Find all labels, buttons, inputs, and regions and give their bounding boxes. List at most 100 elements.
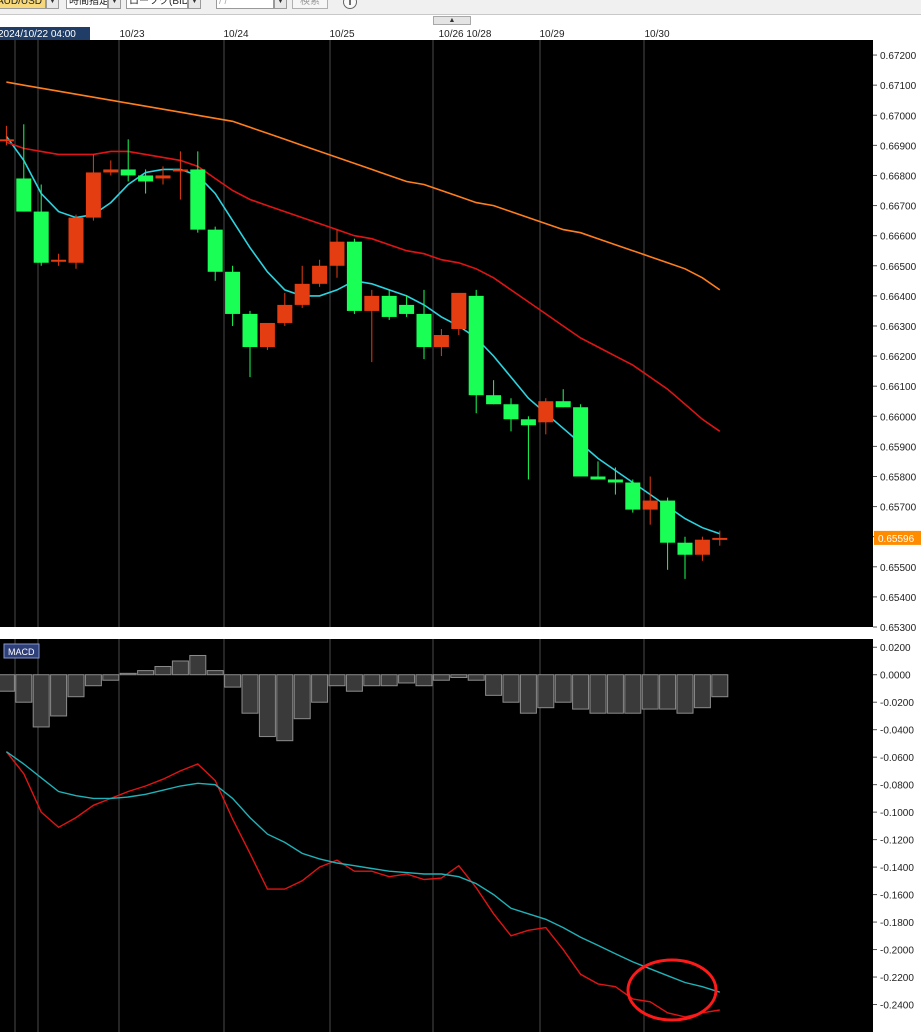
macd-histogram-bar (450, 674, 468, 678)
macd-histogram-bar (137, 670, 155, 676)
date-label: 10/25 (329, 29, 354, 40)
macd-histogram-bar (572, 674, 590, 710)
macd-tick-label: -0.2000 (880, 946, 914, 957)
candle-body (120, 169, 136, 176)
candle-body (207, 229, 223, 272)
macd-tick-label: -0.1400 (880, 863, 914, 874)
candle-body (538, 401, 554, 423)
candle-body (451, 292, 467, 329)
date-label: 10/29 (539, 29, 564, 40)
price-tick-label: 0.65400 (880, 593, 917, 604)
price-tick-label: 0.67200 (880, 51, 917, 62)
price-tick-label: 0.66400 (880, 292, 917, 303)
macd-histogram-bar (363, 674, 381, 687)
macd-tick-label: 0.0000 (880, 671, 911, 682)
macd-tick-label: 0.0200 (880, 643, 911, 654)
macd-histogram-bar (328, 674, 346, 687)
price-tick-label: 0.66600 (880, 232, 917, 243)
candle-body (329, 241, 345, 266)
macd-histogram-bar (189, 654, 207, 676)
macd-histogram-bar (345, 674, 363, 692)
macd-histogram-bar (224, 674, 242, 688)
macd-tick-label: -0.0400 (880, 726, 914, 737)
macd-histogram-bar (102, 674, 120, 681)
candlestick[interactable] (468, 289, 484, 414)
candle-body (346, 241, 362, 311)
price-chart-panel[interactable] (0, 40, 873, 627)
chart-area[interactable]: 2024/10/22 04:00 10/23 10/24 10/25 10/26 10/… (0, 0, 921, 1032)
candle-body (103, 169, 119, 173)
macd-tick-label: -0.2400 (880, 1001, 914, 1012)
macd-histogram-bar (32, 674, 50, 728)
date-label-start: 2024/10/22 04:00 (0, 29, 76, 40)
macd-histogram-bar (241, 674, 259, 714)
macd-histogram-bar (693, 674, 711, 709)
candle-body (381, 295, 397, 317)
price-tick-label: 0.65900 (880, 442, 917, 453)
candle-body (520, 419, 536, 426)
macd-histogram-bar (171, 660, 189, 676)
candle-body (416, 313, 432, 348)
macd-histogram-bar (554, 674, 572, 703)
macd-histogram-bar (398, 674, 416, 684)
macd-tick-label: -0.1000 (880, 808, 914, 819)
macd-chart-panel[interactable] (0, 639, 873, 1032)
macd-histogram-bar (537, 674, 555, 709)
candle-body (68, 217, 84, 263)
macd-histogram-bar (519, 674, 537, 714)
macd-histogram-bar (467, 674, 485, 681)
macd-histogram-bar (659, 674, 677, 710)
candle-body (85, 172, 101, 218)
price-tick-label: 0.65800 (880, 472, 917, 483)
price-tick-label: 0.66800 (880, 171, 917, 182)
date-label: 10/23 (119, 29, 144, 40)
date-label: 10/30 (644, 29, 669, 40)
macd-indicator-label: MACD (8, 647, 35, 657)
macd-histogram-bar (84, 674, 102, 687)
macd-histogram-bar (415, 674, 433, 687)
candle-body (0, 139, 14, 142)
macd-tick-label: -0.0800 (880, 781, 914, 792)
candle-body (486, 395, 502, 405)
macd-histogram-bar (119, 672, 137, 676)
macd-tick-label: -0.1800 (880, 918, 914, 929)
price-tick-label: 0.66100 (880, 382, 917, 393)
macd-tick-label: -0.2200 (880, 973, 914, 984)
macd-tick-label: -0.0200 (880, 698, 914, 709)
macd-tick-label: -0.0600 (880, 753, 914, 764)
price-tick-label: 0.66500 (880, 262, 917, 273)
price-tick-label: 0.66200 (880, 352, 917, 363)
macd-histogram-bar (624, 674, 642, 714)
candlestick[interactable] (451, 292, 467, 336)
candlestick[interactable] (259, 322, 275, 351)
macd-histogram-bar (711, 674, 729, 698)
candle-body (51, 259, 67, 262)
candle-body (242, 313, 258, 348)
candle-body (364, 295, 380, 311)
macd-histogram-bar (589, 674, 607, 714)
candle-body (138, 175, 154, 182)
candlestick[interactable] (573, 404, 589, 477)
macd-histogram-bar (0, 674, 15, 692)
candle-body (190, 169, 206, 230)
candle-body (607, 479, 623, 483)
candle-body (555, 401, 571, 408)
candle-body (259, 322, 275, 348)
macd-histogram-bar (485, 674, 503, 696)
candle-body (312, 265, 328, 284)
macd-histogram-bar (641, 674, 659, 710)
panel-separator[interactable] (0, 627, 921, 639)
macd-histogram-bar (67, 674, 85, 698)
candle-body (625, 482, 641, 510)
candlestick[interactable] (346, 238, 362, 314)
macd-histogram-bar (258, 674, 276, 738)
macd-histogram-bar (676, 674, 694, 714)
candle-body (660, 500, 676, 543)
candlestick[interactable] (625, 479, 641, 513)
candlestick[interactable] (68, 214, 84, 269)
candle-body (294, 283, 310, 305)
macd-histogram-bar (606, 674, 624, 714)
candle-body (677, 542, 693, 555)
date-label: 10/26 10/28 (439, 29, 492, 40)
current-price-label: 0.65596 (878, 534, 915, 545)
